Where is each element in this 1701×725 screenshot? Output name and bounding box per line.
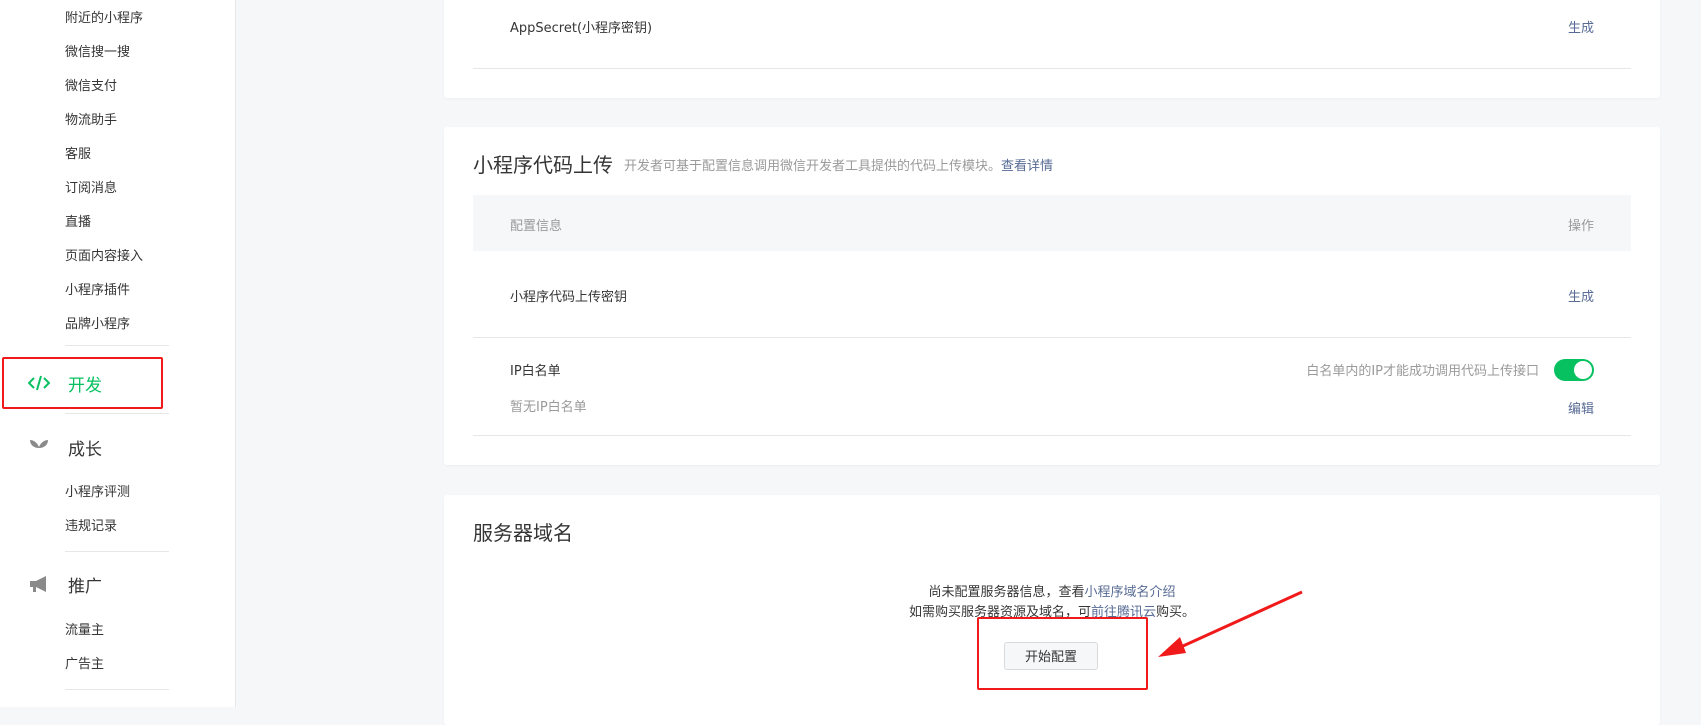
sidebar-item-review[interactable]: 小程序评测 (65, 484, 130, 502)
sidebar-category-promo-label: 推广 (68, 576, 102, 597)
appsecret-generate-link[interactable]: 生成 (1568, 17, 1594, 36)
sidebar: 附近的小程序 微信搜一搜 微信支付 物流助手 客服 订阅消息 直播 页面内容接入… (0, 0, 236, 707)
sidebar-item-live[interactable]: 直播 (65, 214, 91, 232)
row-divider (473, 68, 1631, 69)
sidebar-item-subscribe[interactable]: 订阅消息 (65, 180, 117, 198)
code-upload-card: 小程序代码上传 开发者可基于配置信息调用微信开发者工具提供的代码上传模块。查看详… (444, 127, 1660, 465)
ip-whitelist-hint: 白名单内的IP才能成功调用代码上传接口 (1306, 364, 1539, 379)
sidebar-divider (65, 689, 169, 690)
ip-whitelist-label: IP白名单 (510, 364, 561, 379)
ip-whitelist-empty: 暂无IP白名单 (510, 400, 587, 415)
sprout-icon (28, 438, 50, 456)
sidebar-category-growth[interactable]: 成长 (28, 433, 102, 461)
sidebar-category-promo[interactable]: 推广 (28, 570, 102, 598)
view-details-link[interactable]: 查看详情 (1001, 159, 1053, 174)
sidebar-item-nearby[interactable]: 附近的小程序 (65, 10, 143, 28)
code-upload-title: 小程序代码上传 (473, 153, 613, 177)
server-empty-line-1: 尚未配置服务器信息，查看小程序域名介绍 (444, 583, 1660, 603)
annotation-highlight-button (977, 617, 1148, 690)
sidebar-item-service[interactable]: 客服 (65, 146, 91, 164)
server-domain-title: 服务器域名 (473, 521, 573, 545)
row-divider (473, 435, 1631, 436)
upload-key-label: 小程序代码上传密钥 (510, 290, 628, 305)
code-upload-desc-text: 开发者可基于配置信息调用微信开发者工具提供的代码上传模块。 (624, 159, 1002, 174)
code-upload-desc: 开发者可基于配置信息调用微信开发者工具提供的代码上传模块。查看详情 (624, 155, 1053, 174)
sidebar-item-logistics[interactable]: 物流助手 (65, 112, 117, 130)
sidebar-item-pay[interactable]: 微信支付 (65, 78, 117, 96)
appsecret-label: AppSecret(小程序密钥) (510, 21, 653, 36)
ip-whitelist-toggle[interactable] (1554, 359, 1594, 381)
sidebar-item-search[interactable]: 微信搜一搜 (65, 44, 130, 62)
server-domain-card: 服务器域名 尚未配置服务器信息，查看小程序域名介绍 如需购买服务器资源及域名，可… (444, 495, 1660, 725)
upload-key-generate-link[interactable]: 生成 (1568, 286, 1594, 305)
sidebar-item-traffic[interactable]: 流量主 (65, 622, 104, 640)
sidebar-item-violation[interactable]: 违规记录 (65, 518, 117, 536)
sidebar-item-brand[interactable]: 品牌小程序 (65, 316, 130, 334)
megaphone-icon (28, 575, 50, 593)
sidebar-divider (65, 413, 169, 414)
column-action: 操作 (1567, 219, 1594, 234)
sidebar-item-page-content[interactable]: 页面内容接入 (65, 248, 143, 266)
sidebar-item-plugin[interactable]: 小程序插件 (65, 282, 130, 300)
row-divider (473, 337, 1631, 338)
sidebar-divider (65, 551, 169, 552)
column-config-info: 配置信息 (510, 219, 563, 234)
sidebar-divider (65, 345, 169, 346)
annotation-arrow (1158, 590, 1303, 657)
ip-whitelist-edit-link[interactable]: 编辑 (1568, 398, 1594, 417)
annotation-highlight-dev (2, 357, 163, 409)
server-empty-line-1-text: 尚未配置服务器信息，查看 (928, 585, 1085, 600)
sidebar-category-growth-label: 成长 (68, 439, 102, 460)
toggle-knob (1574, 361, 1592, 379)
sidebar-item-advertiser[interactable]: 广告主 (65, 656, 104, 674)
appsecret-card: AppSecret(小程序密钥) 生成 (444, 0, 1660, 98)
config-table-header: 配置信息 操作 (473, 195, 1631, 251)
